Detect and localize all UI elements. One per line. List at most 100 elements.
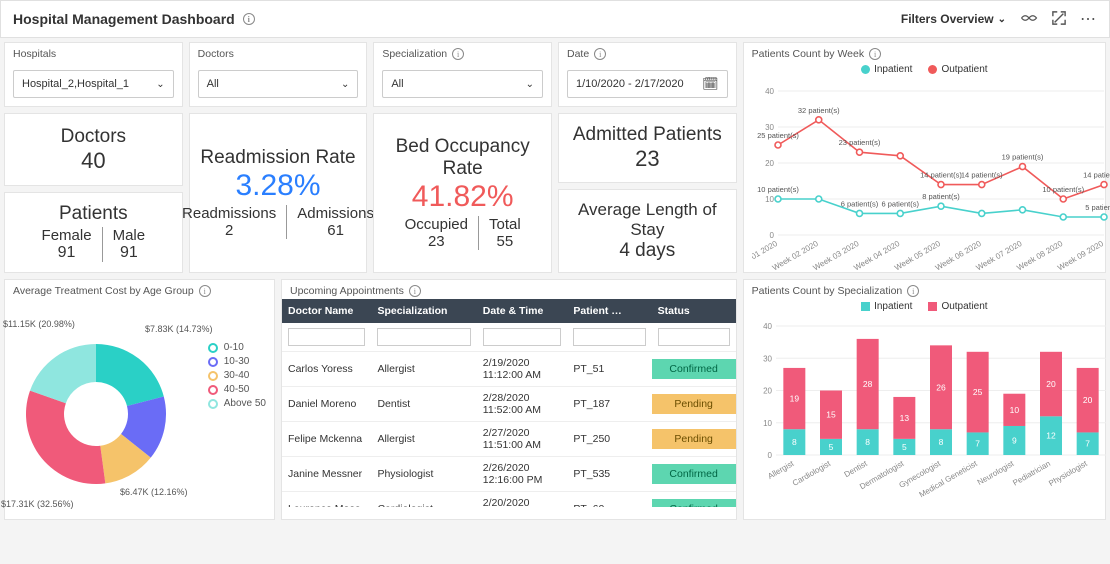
- info-icon[interactable]: i: [907, 285, 919, 297]
- filter-hospitals: Hospitals Hospital_2,Hospital_1⌄: [4, 42, 183, 107]
- specialization-select[interactable]: All⌄: [382, 70, 543, 98]
- svg-text:Allergist: Allergist: [766, 459, 796, 481]
- appointments-table: Doctor NameSpecializationDate & TimePati…: [282, 299, 736, 507]
- svg-text:7: 7: [1085, 439, 1090, 449]
- svg-text:14 patient(s): 14 patient(s): [1083, 171, 1110, 180]
- info-icon[interactable]: i: [452, 48, 464, 60]
- chevron-down-icon: ⌄: [998, 14, 1006, 25]
- svg-text:5: 5: [828, 442, 833, 452]
- chevron-down-icon: ⌄: [156, 79, 164, 90]
- preview-icon[interactable]: [1020, 12, 1038, 27]
- svg-text:14 patient(s): 14 patient(s): [920, 171, 962, 180]
- table-header[interactable]: Doctor Name: [282, 299, 371, 323]
- svg-text:20: 20: [1083, 395, 1093, 405]
- svg-text:Dentist: Dentist: [842, 459, 869, 480]
- svg-text:8: 8: [938, 437, 943, 447]
- kpi-los: Average Length of Stay 4 days: [558, 189, 737, 273]
- svg-text:14 patient(s): 14 patient(s): [961, 171, 1003, 180]
- svg-text:10: 10: [765, 195, 774, 204]
- table-row[interactable]: Janine MessnerPhysiologist2/26/2020 12:1…: [282, 457, 736, 492]
- column-filter-input[interactable]: [658, 328, 730, 346]
- kpi-bed-occupancy: Bed Occupancy Rate 41.82% Occupied23 Tot…: [373, 113, 552, 273]
- filter-date: Datei 1/10/2020 - 2/17/2020🗓: [558, 42, 737, 107]
- svg-text:28: 28: [863, 379, 873, 389]
- svg-text:7: 7: [975, 439, 980, 449]
- status-badge: Pending: [652, 394, 736, 414]
- svg-text:32 patient(s): 32 patient(s): [798, 106, 840, 115]
- svg-text:8: 8: [865, 437, 870, 447]
- filter-specialization: Specializationi All⌄: [373, 42, 552, 107]
- bar-legend: Inpatient Outpatient: [744, 301, 1105, 312]
- table-header[interactable]: Status: [652, 299, 736, 323]
- chevron-down-icon: ⌄: [526, 79, 534, 90]
- doctors-select[interactable]: All⌄: [198, 70, 359, 98]
- filters-overview-dropdown[interactable]: Filters Overview ⌄: [901, 12, 1006, 26]
- svg-text:15: 15: [826, 410, 836, 420]
- svg-text:Week 09 2020: Week 09 2020: [1056, 239, 1106, 273]
- status-badge: Confirmed: [652, 499, 736, 507]
- table-header[interactable]: Specialization: [371, 299, 476, 323]
- svg-text:12: 12: [1046, 431, 1056, 441]
- line-legend: Inpatient Outpatient: [744, 64, 1105, 75]
- column-filter-input[interactable]: [483, 328, 562, 346]
- patients-by-specialization-chart: 010203040819Allergist515Cardiologist828D…: [744, 316, 1105, 506]
- svg-text:23 patient(s): 23 patient(s): [838, 138, 880, 147]
- svg-text:20: 20: [763, 387, 772, 396]
- svg-text:5: 5: [902, 442, 907, 452]
- svg-text:10: 10: [1009, 405, 1019, 415]
- upcoming-appointments-panel: Upcoming Appointmentsi Doctor NameSpecia…: [281, 279, 737, 520]
- date-range-picker[interactable]: 1/10/2020 - 2/17/2020🗓: [567, 70, 728, 98]
- table-header[interactable]: Patient …: [567, 299, 651, 323]
- patients-by-week-chart: 010203040Week 01 2020Week 02 2020Week 03…: [744, 79, 1105, 269]
- svg-text:0: 0: [767, 451, 772, 460]
- info-icon[interactable]: i: [199, 285, 211, 297]
- kpi-readmission: Readmission Rate 3.28% Readmissions2 Adm…: [189, 113, 368, 273]
- table-row[interactable]: Felipe MckennaAllergist2/27/2020 11:51:0…: [282, 422, 736, 457]
- svg-text:19: 19: [789, 394, 799, 404]
- kpi-patients: Patients Female91 Male91: [4, 192, 183, 273]
- svg-text:Neurologist: Neurologist: [975, 459, 1015, 487]
- avg-cost-donut-chart: 0-1010-3030-4040-50Above 50 $11.15K (20.…: [5, 299, 274, 519]
- table-header[interactable]: Date & Time: [477, 299, 568, 323]
- info-icon[interactable]: i: [869, 48, 881, 60]
- svg-text:8: 8: [792, 437, 797, 447]
- svg-text:26: 26: [936, 382, 946, 392]
- info-icon[interactable]: i: [409, 285, 421, 297]
- svg-text:6 patient(s): 6 patient(s): [881, 199, 919, 208]
- svg-text:19 patient(s): 19 patient(s): [1001, 153, 1043, 162]
- donut-legend-item: 40-50: [208, 384, 266, 395]
- table-row[interactable]: Laurence MoosCardiologist2/20/2020 11:12…: [282, 492, 736, 508]
- info-icon[interactable]: i: [594, 48, 606, 60]
- calendar-icon: 🗓: [702, 76, 719, 92]
- fullscreen-icon[interactable]: [1052, 11, 1066, 28]
- column-filter-input[interactable]: [573, 328, 645, 346]
- column-filter-input[interactable]: [288, 328, 365, 346]
- svg-text:13: 13: [899, 413, 909, 423]
- svg-text:10 patient(s): 10 patient(s): [1042, 185, 1084, 194]
- column-filter-input[interactable]: [377, 328, 470, 346]
- info-icon[interactable]: i: [243, 13, 255, 25]
- svg-text:40: 40: [765, 87, 774, 96]
- hospitals-select[interactable]: Hospital_2,Hospital_1⌄: [13, 70, 174, 98]
- chevron-down-icon: ⌄: [341, 79, 349, 90]
- svg-text:8 patient(s): 8 patient(s): [922, 192, 960, 201]
- avg-cost-panel: Average Treatment Cost by Age Groupi 0-1…: [4, 279, 275, 520]
- svg-text:6 patient(s): 6 patient(s): [840, 199, 878, 208]
- kpi-admitted: Admitted Patients 23: [558, 113, 737, 183]
- svg-text:Cardiologist: Cardiologist: [791, 459, 833, 488]
- svg-text:10: 10: [763, 419, 772, 428]
- donut-slice-label: $6.47K (12.16%): [120, 487, 188, 497]
- svg-text:Pediatrician: Pediatrician: [1011, 459, 1052, 488]
- svg-text:20: 20: [1046, 379, 1056, 389]
- more-icon[interactable]: ⋯: [1080, 9, 1097, 29]
- svg-text:Physiologist: Physiologist: [1047, 459, 1089, 489]
- table-row[interactable]: Carlos YoressAllergist2/19/2020 11:12:00…: [282, 352, 736, 387]
- svg-text:20: 20: [765, 159, 774, 168]
- kpi-doctors: Doctors 40: [4, 113, 183, 186]
- donut-legend-item: 10-30: [208, 356, 266, 367]
- status-badge: Confirmed: [652, 359, 736, 379]
- page-title: Hospital Management Dashboard: [13, 11, 235, 27]
- donut-slice-label: $17.31K (32.56%): [1, 499, 74, 509]
- header: Hospital Management Dashboard i Filters …: [0, 0, 1110, 38]
- table-row[interactable]: Daniel MorenoDentist2/28/2020 11:52:00 A…: [282, 387, 736, 422]
